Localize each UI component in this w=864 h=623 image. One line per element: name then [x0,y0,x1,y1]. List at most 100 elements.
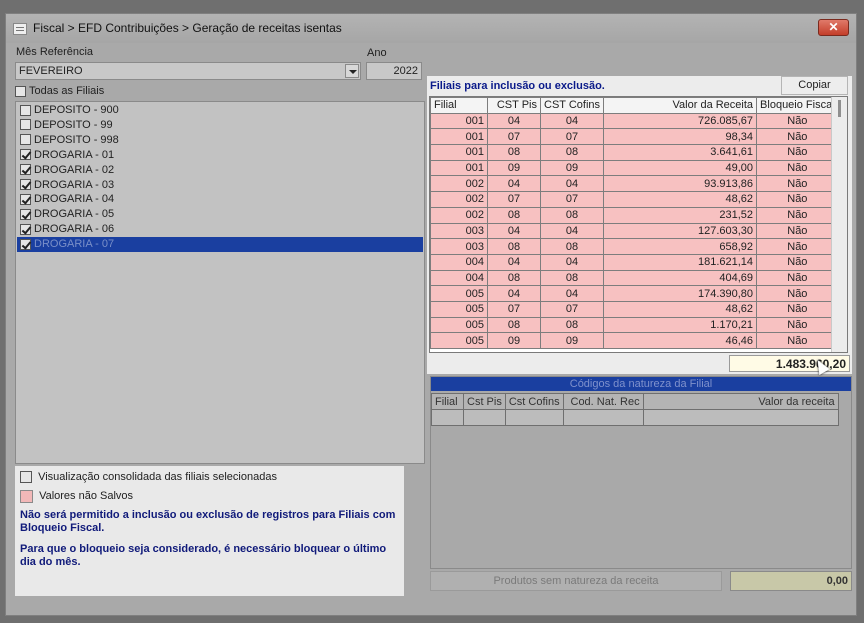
cst-cofins-cell[interactable]: 07 [539,128,605,146]
filial-cell[interactable]: 004 [430,269,488,287]
filial-cell[interactable]: 001 [430,112,488,130]
col-cst-cofins[interactable]: CST Cofins [539,97,605,114]
list-item[interactable]: DROGARIA - 06 [17,222,423,237]
bloqueio-fiscal-cell[interactable]: Não [756,332,839,349]
bloqueio-fiscal-cell[interactable]: Não [756,316,839,334]
cst-pis-cell[interactable]: 04 [487,285,541,302]
valor-receita-cell[interactable]: 93.913,86 [603,175,758,193]
cst-pis-cell[interactable]: 08 [487,144,541,161]
cst-cofins-cell[interactable]: 09 [539,332,605,349]
filial-cell[interactable]: 002 [430,206,488,224]
checkbox-icon[interactable] [20,179,31,191]
col-filial[interactable]: Filial [430,97,488,114]
filial-cell[interactable]: 003 [430,222,488,240]
year-field[interactable]: 2022 [366,62,422,80]
valor-receita-cell[interactable]: 231,52 [603,206,758,224]
filial-cell[interactable]: 005 [430,332,488,349]
nat-col-valor-receita[interactable]: Valor da receita [642,393,839,410]
filial-cell[interactable]: 001 [430,144,488,161]
table-row[interactable]: 005 07 07 48,62 Não [430,300,839,318]
bloqueio-fiscal-cell[interactable]: Não [756,112,839,130]
filial-cell[interactable]: 004 [430,253,488,271]
checkbox-icon[interactable] [20,104,31,116]
bloqueio-fiscal-cell[interactable]: Não [756,238,839,255]
valor-receita-cell[interactable]: 48,62 [603,191,758,208]
table-row[interactable]: 005 04 04 174.390,80 Não [430,285,839,302]
cst-cofins-cell[interactable]: 07 [539,191,605,208]
nature-table[interactable]: Filial Cst Pis Cst Cofins Cod. Nat. Rec … [431,393,839,426]
nat-col-cst-cofins[interactable]: Cst Cofins [504,393,564,410]
filial-cell[interactable]: 005 [430,285,488,302]
cst-cofins-cell[interactable]: 08 [539,144,605,161]
cst-pis-cell[interactable]: 08 [487,238,541,255]
cst-cofins-cell[interactable]: 04 [539,175,605,193]
bloqueio-fiscal-cell[interactable]: Não [756,128,839,146]
table-row[interactable]: 001 07 07 98,34 Não [430,128,839,146]
cst-pis-cell[interactable]: 08 [487,269,541,287]
cst-cofins-cell[interactable]: 08 [539,316,605,334]
list-item[interactable]: DEPOSITO - 99 [17,118,423,133]
chevron-down-icon[interactable] [345,64,359,78]
table-row[interactable]: 004 08 08 404,69 Não [430,269,839,287]
nat-col-cst-pis[interactable]: Cst Pis [463,393,506,410]
list-item[interactable]: DROGARIA - 01 [17,148,423,163]
branch-list[interactable]: DEPOSITO - 900 DEPOSITO - 99 DEPOSITO - 99… [15,101,425,464]
table-row[interactable]: 005 08 08 1.170,21 Não [430,316,839,334]
checkbox-icon[interactable] [20,149,31,161]
cst-cofins-cell[interactable]: 08 [539,238,605,255]
table-row[interactable]: 002 07 07 48,62 Não [430,191,839,208]
cst-cofins-cell[interactable]: 09 [539,159,605,177]
cst-cofins-cell[interactable]: 04 [539,112,605,130]
table-row[interactable]: 004 04 04 181.621,14 Não [430,253,839,271]
valor-receita-cell[interactable]: 1.170,21 [603,316,758,334]
inclusion-grid[interactable]: Filial CST Pis CST Cofins Valor da Recei… [429,96,848,353]
valor-receita-cell[interactable]: 46,46 [603,332,758,349]
cst-pis-cell[interactable]: 08 [487,206,541,224]
cst-cofins-cell[interactable]: 04 [539,222,605,240]
table-row[interactable]: 001 09 09 49,00 Não [430,159,839,177]
table-row[interactable]: 001 04 04 726.085,67 Não [430,112,839,130]
valor-receita-cell[interactable]: 404,69 [603,269,758,287]
table-row[interactable]: 001 08 08 3.641,61 Não [430,144,839,161]
grid-scrollbar[interactable] [831,97,847,352]
checkbox-icon[interactable] [20,238,31,250]
checkbox-icon[interactable] [15,85,26,97]
cst-pis-cell[interactable]: 09 [487,332,541,349]
products-without-nature-button[interactable]: Produtos sem natureza da receita [430,571,722,591]
valor-receita-cell[interactable]: 127.603,30 [603,222,758,240]
valor-receita-cell[interactable]: 3.641,61 [603,144,758,161]
nat-col-cod-nat-rec[interactable]: Cod. Nat. Rec [562,393,644,410]
table-row[interactable]: 003 08 08 658,92 Não [430,238,839,255]
cst-pis-cell[interactable]: 04 [487,112,541,130]
col-valor-receita[interactable]: Valor da Receita [603,97,758,114]
bloqueio-fiscal-cell[interactable]: Não [756,285,839,302]
valor-receita-cell[interactable]: 49,00 [603,159,758,177]
table-row[interactable]: 002 08 08 231,52 Não [430,206,839,224]
cst-pis-cell[interactable]: 04 [487,253,541,271]
checkbox-icon[interactable] [20,134,31,146]
cst-pis-cell[interactable]: 04 [487,222,541,240]
cst-cofins-cell[interactable]: 04 [539,253,605,271]
cst-pis-cell[interactable]: 07 [487,191,541,208]
valor-receita-cell[interactable]: 726.085,67 [603,112,758,130]
list-item[interactable]: DEPOSITO - 998 [17,133,423,148]
list-item[interactable]: DROGARIA - 02 [17,163,423,178]
bloqueio-fiscal-cell[interactable]: Não [756,222,839,240]
table-row[interactable]: 002 04 04 93.913,86 Não [430,175,839,193]
filial-cell[interactable]: 002 [430,191,488,208]
cst-pis-cell[interactable]: 04 [487,175,541,193]
bloqueio-fiscal-cell[interactable]: Não [756,253,839,271]
cst-cofins-cell[interactable]: 08 [539,206,605,224]
col-bloqueio-fiscal[interactable]: Bloqueio Fiscal [756,97,839,114]
checkbox-icon[interactable] [20,164,31,176]
bloqueio-fiscal-cell[interactable]: Não [756,206,839,224]
filial-cell[interactable]: 001 [430,159,488,177]
valor-receita-cell[interactable]: 98,34 [603,128,758,146]
valor-receita-cell[interactable]: 658,92 [603,238,758,255]
filial-cell[interactable]: 005 [430,300,488,318]
checkbox-icon[interactable] [20,119,31,131]
cst-cofins-cell[interactable]: 08 [539,269,605,287]
bloqueio-fiscal-cell[interactable]: Não [756,300,839,318]
checkbox-icon[interactable] [20,208,31,220]
bloqueio-fiscal-cell[interactable]: Não [756,175,839,193]
